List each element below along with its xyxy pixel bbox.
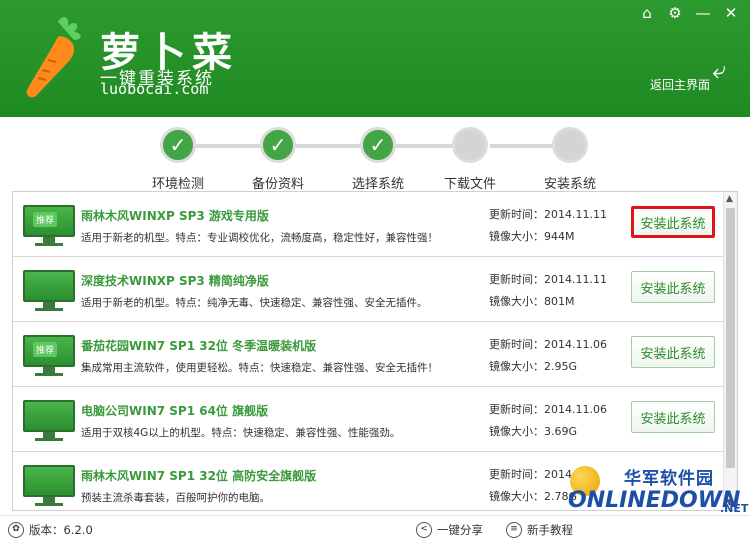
carrot-logo-icon <box>26 17 81 98</box>
step-environment-check: ✓ 环境检测 <box>138 127 218 192</box>
monitor-icon: 推荐 <box>23 205 75 247</box>
system-title: 雨林木风WINXP SP3 游戏专用版 <box>81 209 269 223</box>
image-size: 镜像大小：801M <box>489 295 575 308</box>
monitor-icon: 推荐 <box>23 335 75 377</box>
header-bar: 萝卜菜 一键重装系统 luobocai.com ⌂ ⚙ — ✕ ⤶ 返回主界面 <box>0 0 750 117</box>
install-system-button[interactable]: 安装此系统 <box>631 401 715 433</box>
gear-icon[interactable]: ⚙ <box>664 2 686 24</box>
image-size: 镜像大小：2.78G <box>489 490 578 503</box>
monitor-icon <box>23 400 75 442</box>
tutorial-icon: ≡ <box>506 522 522 538</box>
image-size: 镜像大小：2.95G <box>489 360 578 373</box>
system-title: 电脑公司WIN7 SP1 64位 旗舰版 <box>81 404 269 418</box>
system-description: 适用于双核4G以上的机型。特点：快速稳定、兼容性强、性能强劲。 <box>81 427 401 439</box>
list-item: 推荐 雨林木风WINXP SP3 游戏专用版 适用于新老的机型。特点：专业调校优… <box>13 192 723 257</box>
return-arrow-icon: ⤶ <box>712 56 726 84</box>
monitor-icon <box>23 465 75 507</box>
system-description: 预装主流杀毒套装，百般呵护你的电脑。 <box>81 492 270 504</box>
step-install-system: 安装系统 <box>530 127 610 192</box>
check-icon: ✓ <box>260 127 296 163</box>
system-title: 雨林木风WIN7 SP1 32位 高防安全旗舰版 <box>81 469 317 483</box>
update-time: 更新时间：2014.11.11 <box>489 208 607 221</box>
image-size: 镜像大小：944M <box>489 230 575 243</box>
back-home-button[interactable]: ⤶ 返回主界面 <box>650 56 740 96</box>
flower-icon: ✿ <box>8 522 24 538</box>
pending-step-icon <box>552 127 588 163</box>
share-icon: < <box>416 522 432 538</box>
update-time: 更新时间：2014.11.06 <box>489 338 607 351</box>
watermark-cn: 华军软件园 <box>624 469 714 489</box>
system-description: 集成常用主流软件，使用更轻松。特点：快速稳定、兼容性强、安全无插件！ <box>81 362 438 374</box>
image-size: 镜像大小：3.69G <box>489 425 578 438</box>
version-info: ✿ 版本：6.2.0 <box>8 522 93 538</box>
back-home-label: 返回主界面 <box>650 78 711 92</box>
watermark-en: ONLINEDOWN <box>568 488 741 513</box>
progress-steps: ✓ 环境检测 ✓ 备份资料 ✓ 选择系统 下载文件 安装系统 <box>0 117 750 192</box>
list-item: 电脑公司WIN7 SP1 64位 旗舰版 适用于双核4G以上的机型。特点：快速稳… <box>13 387 723 452</box>
pending-step-icon <box>452 127 488 163</box>
share-label: 一键分享 <box>437 523 483 537</box>
monitor-icon <box>23 270 75 312</box>
list-item: 深度技术WINXP SP3 精简纯净版 适用于新老的机型。特点：纯净无毒、快速稳… <box>13 257 723 322</box>
update-time: 更新时间：2014.11.06 <box>489 403 607 416</box>
system-title: 番茄花园WIN7 SP1 32位 冬季温暖装机版 <box>81 339 317 353</box>
system-description: 适用于新老的机型。特点：专业调校优化，流畅度高，稳定性好，兼容性强！ <box>81 232 438 244</box>
recommend-badge: 推荐 <box>33 342 58 357</box>
step-label: 备份资料 <box>251 177 304 192</box>
onlinedown-watermark: 华军软件园 ONLINEDOWN .NET <box>568 462 750 545</box>
tutorial-label: 新手教程 <box>527 523 573 537</box>
step-label: 安装系统 <box>543 177 596 192</box>
scroll-up-icon[interactable]: ▲ <box>726 194 733 204</box>
update-time: 更新时间：2014.11.11 <box>489 273 607 286</box>
recommend-badge: 推荐 <box>33 212 58 227</box>
scrollbar-thumb[interactable] <box>726 208 735 468</box>
step-label: 环境检测 <box>151 177 204 192</box>
brand-url: luobocai.com <box>100 80 209 98</box>
step-backup-data: ✓ 备份资料 <box>238 127 318 192</box>
share-button[interactable]: < 一键分享 <box>416 522 483 538</box>
update-time: 更新时间：2014 <box>489 468 572 481</box>
version-label: 版本：6.2.0 <box>29 523 93 537</box>
system-description: 适用于新老的机型。特点：纯净无毒、快速稳定、兼容性强、安全无插件。 <box>81 297 428 309</box>
step-download-files: 下载文件 <box>430 127 510 192</box>
close-icon[interactable]: ✕ <box>720 2 742 24</box>
system-title: 深度技术WINXP SP3 精简纯净版 <box>81 274 269 288</box>
tutorial-button[interactable]: ≡ 新手教程 <box>506 522 573 538</box>
check-icon: ✓ <box>160 127 196 163</box>
install-system-button[interactable]: 安装此系统 <box>631 206 715 238</box>
step-label: 选择系统 <box>351 177 404 192</box>
check-icon: ✓ <box>360 127 396 163</box>
watermark-suffix: .NET <box>720 502 749 515</box>
window-controls: ⌂ ⚙ — ✕ <box>636 2 742 24</box>
install-system-button[interactable]: 安装此系统 <box>631 271 715 303</box>
install-system-button[interactable]: 安装此系统 <box>631 336 715 368</box>
step-select-system: ✓ 选择系统 <box>338 127 418 192</box>
list-item: 推荐 番茄花园WIN7 SP1 32位 冬季温暖装机版 集成常用主流软件，使用更… <box>13 322 723 387</box>
minimize-icon[interactable]: — <box>692 2 714 24</box>
step-label: 下载文件 <box>443 177 496 192</box>
home-icon[interactable]: ⌂ <box>636 2 658 24</box>
